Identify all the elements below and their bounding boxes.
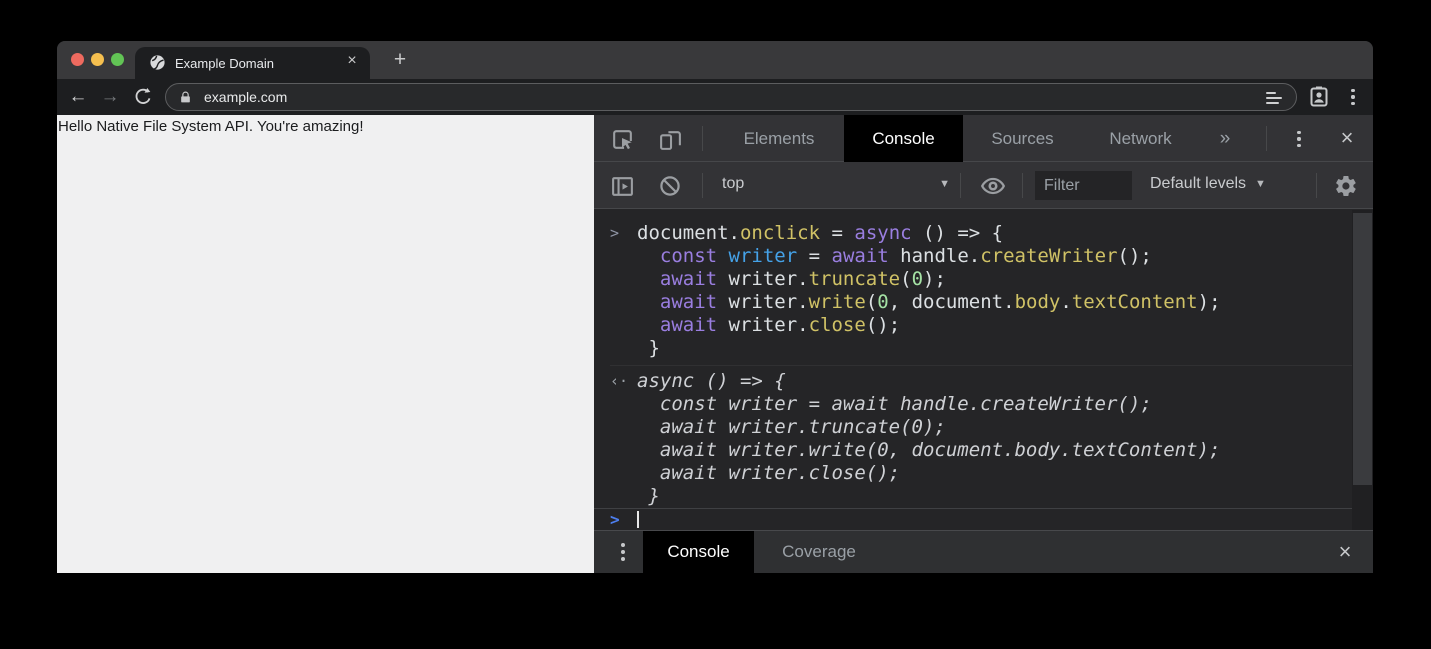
console-scrollbar-thumb[interactable] <box>1353 213 1372 485</box>
clear-console-icon[interactable] <box>656 172 684 200</box>
browser-menu-icon[interactable] <box>1343 84 1363 110</box>
browser-toolbar: ← → example.com <box>57 79 1373 115</box>
globe-favicon-icon <box>149 54 166 71</box>
inspect-element-icon[interactable] <box>608 125 636 153</box>
window-minimize-button[interactable] <box>91 53 104 66</box>
chevron-down-icon: ▼ <box>939 178 950 190</box>
devtools-tabbar: Elements Console Sources Network » × <box>594 115 1373 162</box>
text-caret <box>637 511 639 528</box>
tab-elements[interactable]: Elements <box>726 115 832 162</box>
devtools-panel: Elements Console Sources Network » × <box>594 115 1373 573</box>
frame-context-label: top <box>722 175 744 193</box>
result-marker-icon: ‹· <box>610 370 637 393</box>
device-toolbar-icon[interactable] <box>656 125 684 153</box>
tab-title: Example Domain <box>175 56 274 71</box>
settings-gear-icon[interactable] <box>1332 172 1360 200</box>
tab-sources-label: Sources <box>991 129 1053 149</box>
reload-icon[interactable] <box>130 84 156 110</box>
devtools-menu-icon[interactable] <box>1289 125 1309 153</box>
console-entry-result: ‹·async () => { const writer = await han… <box>610 366 1352 508</box>
more-tabs-icon[interactable]: » <box>1207 115 1243 162</box>
url-text: example.com <box>204 89 287 105</box>
tab-network-label: Network <box>1109 129 1171 149</box>
lock-icon <box>179 90 192 105</box>
chevron-down-icon: ▼ <box>1255 178 1266 190</box>
live-expression-eye-icon[interactable] <box>979 172 1007 200</box>
new-tab-button[interactable]: + <box>385 45 415 75</box>
back-icon[interactable]: ← <box>65 84 91 110</box>
console-prompt[interactable]: > <box>594 508 1352 530</box>
tab-elements-label: Elements <box>744 129 815 149</box>
frame-context-selector[interactable]: top ▼ <box>710 162 956 209</box>
browser-tab[interactable]: Example Domain × <box>135 47 370 79</box>
console-scrollbar-track[interactable] <box>1352 210 1373 530</box>
tab-console-label: Console <box>872 129 934 149</box>
tab-network[interactable]: Network <box>1091 115 1190 162</box>
console-code-input: document.onclick = async () => { const w… <box>637 222 1221 360</box>
console-entry-input: >document.onclick = async () => { const … <box>610 218 1352 366</box>
address-bar[interactable]: example.com <box>165 83 1297 111</box>
input-marker-icon: > <box>610 222 637 245</box>
console-sidebar-icon[interactable] <box>608 172 636 200</box>
drawer-close-icon[interactable]: × <box>1332 539 1358 565</box>
window-content: Hello Native File System API. You're ama… <box>57 115 1373 573</box>
profile-avatar-icon[interactable] <box>1307 84 1333 110</box>
window-close-button[interactable] <box>71 53 84 66</box>
drawer-menu-icon[interactable] <box>613 538 633 566</box>
browser-window: Example Domain × + ← → example.com Hello… <box>57 41 1373 573</box>
more-tabs-glyph: » <box>1220 128 1231 150</box>
tab-sources[interactable]: Sources <box>974 115 1071 162</box>
devtools-drawer: Console Coverage × <box>594 530 1373 573</box>
window-zoom-button[interactable] <box>111 53 124 66</box>
page-text: Hello Native File System API. You're ama… <box>58 118 364 135</box>
tab-close-icon[interactable]: × <box>342 52 362 70</box>
web-page: Hello Native File System API. You're ama… <box>57 115 594 573</box>
drawer-tab-console[interactable]: Console <box>643 531 754 573</box>
drawer-tab-coverage[interactable]: Coverage <box>754 531 884 573</box>
drawer-tab-console-label: Console <box>667 542 729 562</box>
console-code-result: async () => { const writer = await handl… <box>637 370 1220 508</box>
tab-strip: Example Domain × + <box>57 41 1373 79</box>
log-levels-selector[interactable]: Default levels ▼ <box>1150 175 1266 193</box>
filter-input[interactable] <box>1035 171 1132 200</box>
devtools-close-icon[interactable]: × <box>1334 125 1360 151</box>
forward-icon[interactable]: → <box>97 84 123 110</box>
reader-mode-icon[interactable] <box>1266 92 1282 107</box>
prompt-chevron-icon: > <box>610 510 620 530</box>
log-levels-label: Default levels <box>1150 175 1246 193</box>
console-messages: >document.onclick = async () => { const … <box>594 210 1352 508</box>
console-toolbar: top ▼ Default levels ▼ <box>594 162 1373 209</box>
drawer-tab-coverage-label: Coverage <box>782 542 856 562</box>
tab-console[interactable]: Console <box>844 115 963 162</box>
